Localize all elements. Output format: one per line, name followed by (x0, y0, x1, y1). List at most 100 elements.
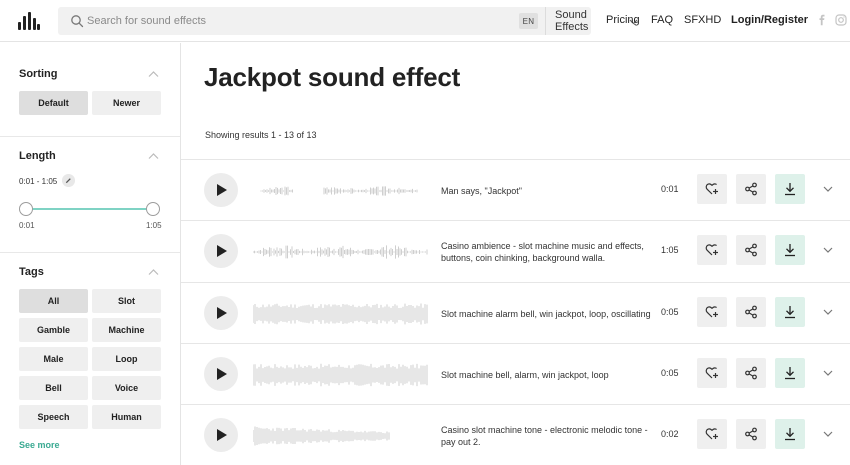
heart-plus-icon (705, 367, 718, 379)
download-icon (785, 428, 795, 441)
search-bar: EN Sound Effects (58, 7, 638, 35)
play-icon (217, 245, 227, 257)
heart-plus-icon (705, 306, 718, 318)
download-button[interactable] (775, 297, 805, 327)
tag-machine-button[interactable]: Machine (92, 318, 161, 342)
result-duration: 0:05 (661, 307, 679, 317)
download-button[interactable] (775, 419, 805, 449)
heart-plus-icon (705, 244, 718, 256)
share-button[interactable] (736, 419, 766, 449)
play-button[interactable] (204, 234, 238, 268)
download-icon (785, 183, 795, 196)
download-button[interactable] (775, 174, 805, 204)
length-title: Length (19, 150, 56, 162)
chevron-up-icon[interactable] (148, 70, 159, 78)
play-button[interactable] (204, 173, 238, 207)
waveform[interactable] (253, 360, 428, 390)
search-input[interactable] (86, 7, 456, 35)
share-button[interactable] (736, 297, 766, 327)
facebook-icon[interactable] (816, 14, 828, 26)
play-icon (217, 368, 227, 380)
category-select[interactable]: Sound Effects (555, 7, 591, 35)
add-to-favorites-button[interactable] (697, 297, 727, 327)
result-description: Slot machine bell, alarm, win jackpot, l… (441, 370, 609, 380)
sorting-section (0, 43, 180, 137)
play-icon (217, 429, 227, 441)
chevron-down-icon[interactable] (823, 185, 833, 193)
result-description: Slot machine alarm bell, win jackpot, lo… (441, 309, 651, 319)
result-row: Casino ambience - slot machine music and… (181, 220, 850, 282)
result-duration: 0:05 (661, 368, 679, 378)
length-slider-track[interactable] (26, 208, 154, 210)
category-select-label: Sound Effects (555, 9, 589, 33)
result-row: Casino slot machine tone - electronic me… (181, 404, 850, 465)
tag-gamble-button[interactable]: Gamble (19, 318, 88, 342)
chevron-down-icon[interactable] (823, 430, 833, 438)
chevron-up-icon[interactable] (148, 268, 159, 276)
tag-all-button[interactable]: All (19, 289, 88, 313)
waveform[interactable] (253, 176, 428, 206)
chevron-down-icon[interactable] (823, 308, 833, 316)
language-badge[interactable]: EN (519, 13, 538, 29)
heart-plus-icon (705, 428, 718, 440)
result-duration: 0:02 (661, 429, 679, 439)
add-to-favorites-button[interactable] (697, 358, 727, 388)
add-to-favorites-button[interactable] (697, 235, 727, 265)
tag-voice-button[interactable]: Voice (92, 376, 161, 400)
chevron-down-icon[interactable] (823, 246, 833, 254)
chevron-down-icon[interactable] (823, 369, 833, 377)
tag-human-button[interactable]: Human (92, 405, 161, 429)
nav-pricing[interactable]: Pricing (606, 14, 640, 26)
length-slider-max-handle[interactable] (146, 202, 160, 216)
add-to-favorites-button[interactable] (697, 419, 727, 449)
tag-slot-button[interactable]: Slot (92, 289, 161, 313)
page-title: Jackpot sound effect (204, 62, 461, 92)
play-button[interactable] (204, 357, 238, 391)
length-range-value: 0:01 - 1:05 (19, 177, 58, 186)
add-to-favorites-button[interactable] (697, 174, 727, 204)
sort-newer-button[interactable]: Newer (92, 91, 161, 115)
share-button[interactable] (736, 358, 766, 388)
share-button[interactable] (736, 174, 766, 204)
result-row: Slot machine bell, alarm, win jackpot, l… (181, 343, 850, 405)
play-button[interactable] (204, 296, 238, 330)
waveform[interactable] (253, 237, 428, 267)
tag-speech-button[interactable]: Speech (19, 405, 88, 429)
download-button[interactable] (775, 235, 805, 265)
tag-bell-button[interactable]: Bell (19, 376, 88, 400)
nav-sfxhd[interactable]: SFXHD (684, 14, 721, 26)
instagram-icon[interactable] (835, 14, 847, 26)
result-description: Casino ambience - slot machine music and… (441, 241, 644, 263)
search-icon (71, 15, 84, 28)
chevron-up-icon[interactable] (148, 152, 159, 160)
length-min-label: 0:01 (19, 221, 35, 230)
search-divider (545, 7, 546, 35)
play-icon (217, 307, 227, 319)
nav-login-register[interactable]: Login/Register (731, 14, 808, 26)
tag-male-button[interactable]: Male (19, 347, 88, 371)
share-button[interactable] (736, 235, 766, 265)
download-button[interactable] (775, 358, 805, 388)
pencil-icon[interactable] (62, 174, 75, 187)
waveform[interactable] (253, 299, 428, 329)
result-row: Slot machine alarm bell, win jackpot, lo… (181, 282, 850, 344)
sort-default-button[interactable]: Default (19, 91, 88, 115)
length-slider-min-handle[interactable] (19, 202, 33, 216)
result-description: Casino slot machine tone - electronic me… (441, 425, 648, 447)
top-header: EN Sound Effects Pricing FAQ SFXHD Login… (0, 0, 850, 42)
download-icon (785, 244, 795, 257)
share-icon (745, 305, 757, 319)
tag-loop-button[interactable]: Loop (92, 347, 161, 371)
play-icon (217, 184, 227, 196)
share-icon (745, 243, 757, 257)
result-count: Showing results 1 - 13 of 13 (205, 130, 317, 140)
share-icon (745, 427, 757, 441)
play-button[interactable] (204, 418, 238, 452)
see-more-tags-link[interactable]: See more (19, 440, 60, 450)
nav-faq[interactable]: FAQ (651, 14, 673, 26)
waveform-logo-icon[interactable] (18, 12, 40, 30)
result-description: Man says, "Jackpot" (441, 186, 522, 196)
waveform[interactable] (253, 421, 428, 451)
result-duration: 1:05 (661, 245, 679, 255)
sorting-title: Sorting (19, 68, 58, 80)
